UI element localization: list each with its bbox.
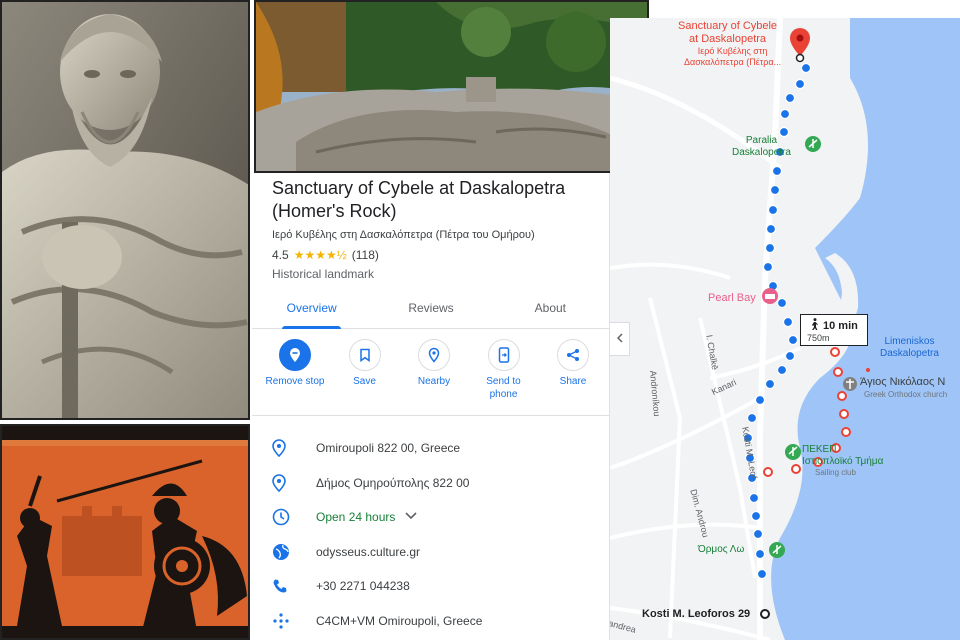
beach-label-line2: Daskalopetra [732, 147, 791, 158]
place-tabs: Overview Reviews About [252, 291, 610, 329]
action-buttons: Remove stop Save Nearby Send to phone Sh… [264, 339, 604, 401]
map-view[interactable]: Sanctuary of Cybele at Daskalopetra Ιερό… [610, 18, 960, 640]
homer-statue-image [0, 0, 250, 420]
phone-row[interactable]: +30 2271 044238 [272, 569, 602, 604]
collapse-panel-button[interactable] [610, 322, 630, 356]
address-text: Omiroupoli 822 00, Greece [316, 441, 461, 456]
tab-reviews[interactable]: Reviews [371, 291, 490, 328]
top-blank-area [649, 0, 960, 18]
share-button[interactable]: Share [542, 339, 604, 401]
walking-icon [809, 318, 819, 333]
harbor-label-line1: Limeniskos [884, 336, 935, 347]
send-to-phone-label-2: phone [489, 389, 518, 400]
nearby-icon [418, 339, 450, 371]
hours-row[interactable]: Open 24 hours [272, 500, 602, 535]
save-label: Save [353, 376, 376, 387]
share-icon [557, 339, 589, 371]
museum-label[interactable]: ΠΕΚΕΠ Ιστιοπλοϊκό Τμήμα [802, 444, 883, 468]
greek-warriors-painting [0, 424, 250, 640]
save-button[interactable]: Save [334, 339, 396, 401]
address-greek-text: Δήμος Ομηρούπολης 822 00 [316, 475, 470, 490]
rating-stars-icon: ★★★★½ [293, 248, 347, 262]
harbor-label: Limeniskos Daskalopetra [880, 336, 939, 360]
nearby-button[interactable]: Nearby [403, 339, 465, 401]
beach-label[interactable]: Paralia Daskalopetra [732, 135, 791, 159]
send-to-phone-button[interactable]: Send to phone [473, 339, 535, 401]
divider [252, 415, 610, 416]
place-subtitle: Ιερό Κυβέλης στη Δασκαλόπετρα (Πέτρα του… [272, 229, 535, 241]
destination-label[interactable]: Sanctuary of Cybele at Daskalopetra [678, 20, 777, 46]
tab-about[interactable]: About [491, 291, 610, 328]
location-pin-icon [272, 439, 316, 458]
chevron-left-icon [616, 332, 623, 346]
phone-icon [272, 578, 316, 594]
place-title: Sanctuary of Cybele at Daskalopetra (Hom… [272, 178, 566, 221]
hours-text: Open 24 hours [316, 510, 396, 525]
phone-send-icon [487, 339, 520, 371]
destination-label-line2: at Daskalopetra [689, 33, 767, 45]
destination-greek-line2: Δασκαλόπετρα (Πέτρα... [684, 57, 782, 67]
clock-icon [272, 508, 316, 526]
website-row[interactable]: odysseus.culture.gr [272, 535, 602, 570]
phone-text: +30 2271 044238 [316, 579, 410, 594]
globe-icon [272, 543, 316, 561]
remove-stop-label: Remove stop [265, 376, 325, 387]
send-to-phone-label-1: Send to [486, 376, 521, 387]
nearby-label: Nearby [417, 376, 451, 387]
destination-greek-label: Ιερό Κυβέλης στη Δασκαλόπετρα (Πέτρα... [684, 46, 781, 68]
address-greek-row[interactable]: Δήμος Ομηρούπολης 822 00 [272, 466, 602, 501]
distance-text: 750m [807, 333, 830, 343]
info-list: Omiroupoli 822 00, Greece Δήμος Ομηρούπο… [272, 431, 602, 638]
route-duration-box[interactable]: 10 min 750m [800, 314, 868, 346]
tab-overview[interactable]: Overview [252, 291, 371, 329]
bookmark-icon [348, 339, 381, 371]
website-link[interactable]: odysseus.culture.gr [316, 545, 420, 559]
museum-label-line1: ΠΕΚΕΠ [802, 444, 837, 455]
plus-code-icon [272, 612, 316, 630]
plus-code-text: C4CM+VM Omiroupoli, Greece [316, 613, 483, 628]
church-sub-label: Greek Orthodox church [864, 390, 948, 399]
daskalopetra-rock-photo [254, 0, 649, 173]
rating-value: 4.5 [272, 248, 289, 262]
reviews-count[interactable]: (118) [352, 248, 379, 262]
hotel-label[interactable]: Pearl Bay [708, 292, 756, 304]
beach-label-line1: Paralia [745, 135, 778, 146]
place-details-panel: Sanctuary of Cybele at Daskalopetra (Hom… [252, 173, 610, 640]
destination-greek-line1: Ιερό Κυβέλης στη [697, 46, 768, 56]
address-row[interactable]: Omiroupoli 822 00, Greece [272, 431, 602, 466]
museum-sub-label: Sailing club [815, 468, 856, 477]
share-label: Share [559, 376, 587, 387]
start-label[interactable]: Kosti M. Leoforos 29 [642, 608, 750, 620]
harbor-label-line2: Daskalopetra [880, 348, 939, 359]
place-category[interactable]: Historical landmark [272, 267, 374, 281]
remove-stop-icon [279, 339, 311, 371]
museum-label-line2: Ιστιοπλοϊκό Τμήμα [802, 456, 884, 467]
plus-code-row[interactable]: C4CM+VM Omiroupoli, Greece [272, 604, 602, 639]
beach-south-label[interactable]: Όρμος Λω [698, 544, 744, 555]
remove-stop-button[interactable]: Remove stop [264, 339, 326, 401]
chevron-down-icon[interactable] [405, 512, 417, 523]
church-label[interactable]: Άγιος Νικόλαος Ν [860, 376, 945, 388]
destination-label-line1: Sanctuary of Cybele [678, 20, 778, 32]
rating-row[interactable]: 4.5 ★★★★½ (118) [272, 248, 379, 262]
duration-text: 10 min [823, 319, 858, 332]
location-pin-icon [272, 473, 316, 492]
